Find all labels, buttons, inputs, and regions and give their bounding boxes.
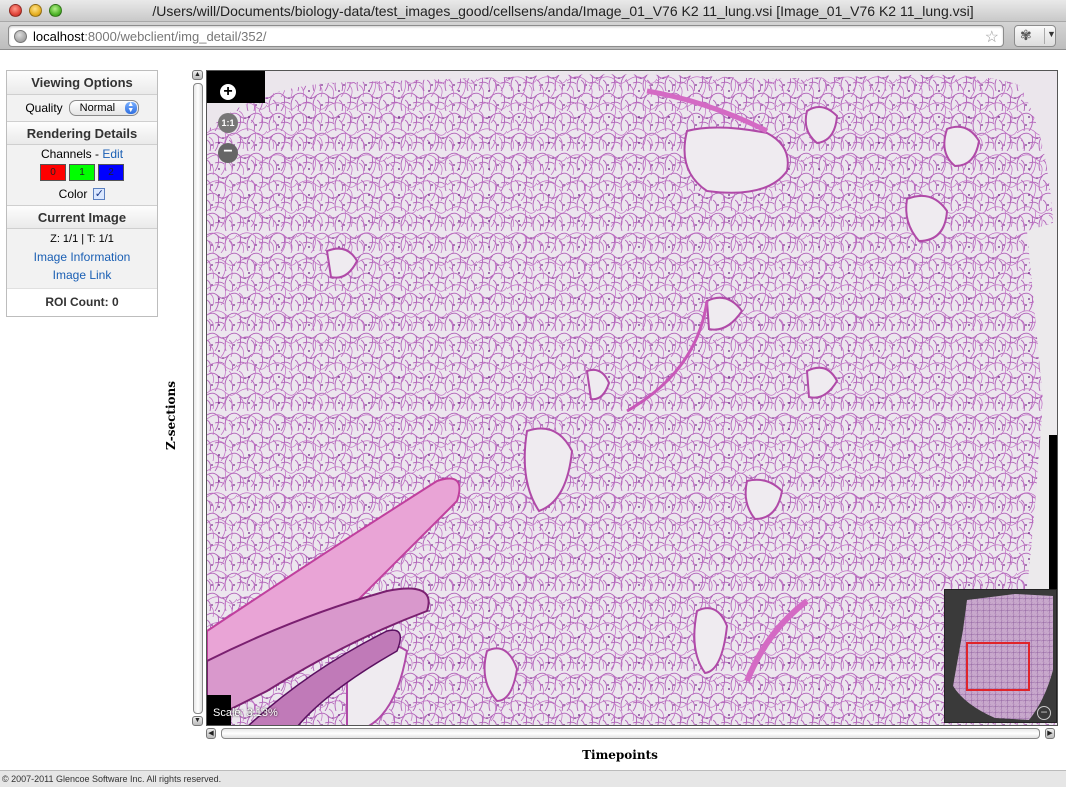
overview-minimize-button[interactable]: −: [1037, 706, 1051, 720]
image-viewer[interactable]: + 1:1 − Scale: 3.13% −: [206, 70, 1058, 726]
z-slider-track[interactable]: [193, 83, 203, 714]
browser-toolbar: localhost:8000/webclient/img_detail/352/…: [0, 22, 1066, 50]
url-path: :8000/webclient/img_detail/352/: [84, 29, 267, 44]
z-down-arrow-icon[interactable]: ▼: [192, 716, 203, 726]
quality-row: Quality Normal ▲ ▼: [7, 95, 157, 121]
star-icon[interactable]: ☆: [985, 27, 999, 47]
footer-copyright: © 2007-2011 Glencoe Software Inc. All ri…: [0, 770, 1066, 787]
zt-status: Z: 1/1 | T: 1/1: [50, 233, 114, 245]
window-titlebar: /Users/will/Documents/biology-data/test_…: [0, 0, 1066, 22]
overview-thumbnail[interactable]: −: [944, 589, 1057, 723]
scale-label: Scale: 3.13%: [213, 707, 278, 719]
channel-2-button[interactable]: 2: [98, 164, 124, 181]
close-window-button[interactable]: [9, 4, 22, 17]
channels-block: Channels - Edit 0 1 2 Color ✓: [7, 145, 157, 205]
current-image-block: Z: 1/1 | T: 1/1 Image Information Image …: [7, 229, 157, 288]
lung-tissue-image[interactable]: [207, 71, 1058, 726]
globe-icon: [14, 30, 27, 43]
quality-value: Normal: [79, 102, 116, 114]
browser-menu-button[interactable]: ✾ ▼: [1014, 25, 1056, 47]
quality-label: Quality: [25, 101, 63, 115]
address-bar[interactable]: localhost:8000/webclient/img_detail/352/…: [8, 25, 1004, 47]
t-slider[interactable]: ◀ ▶: [206, 728, 1055, 740]
url-host: localhost: [33, 29, 85, 44]
window-title: /Users/will/Documents/biology-data/test_…: [152, 3, 974, 19]
image-link[interactable]: Image Link: [7, 268, 157, 286]
overview-viewport-rect[interactable]: [966, 642, 1030, 691]
minimize-window-button[interactable]: [29, 4, 42, 17]
zoom-out-button[interactable]: −: [218, 143, 238, 163]
t-left-arrow-icon[interactable]: ◀: [206, 728, 216, 739]
left-panel: Viewing Options Quality Normal ▲ ▼ Render…: [6, 70, 158, 317]
timepoints-label: Timepoints: [582, 748, 658, 762]
channel-1-button[interactable]: 1: [69, 164, 95, 181]
zoom-window-button[interactable]: [49, 4, 62, 17]
z-slider[interactable]: ▲ ▼: [192, 70, 204, 727]
t-right-arrow-icon[interactable]: ▶: [1045, 728, 1055, 739]
channel-swatches: 0 1 2: [7, 163, 157, 183]
url-text[interactable]: localhost:8000/webclient/img_detail/352/: [33, 29, 266, 44]
rendering-details-heading: Rendering Details: [7, 121, 157, 145]
channel-0-button[interactable]: 0: [40, 164, 66, 181]
t-slider-track[interactable]: [221, 728, 1040, 739]
z-up-arrow-icon[interactable]: ▲: [192, 70, 203, 80]
roi-count: ROI Count: 0: [7, 288, 157, 314]
gear-icon: ✾: [1020, 27, 1032, 43]
z-sections-label: Z-sections: [164, 380, 178, 450]
color-checkbox[interactable]: ✓: [93, 188, 106, 200]
quality-select[interactable]: Normal ▲ ▼: [68, 100, 139, 116]
zoom-actual-size-button[interactable]: 1:1: [218, 113, 238, 133]
color-row: Color ✓: [7, 183, 157, 205]
channels-label: Channels -: [40, 147, 103, 161]
divider: [1044, 28, 1045, 44]
image-information-link[interactable]: Image Information: [7, 250, 157, 268]
select-arrows-icon: ▲ ▼: [124, 101, 137, 114]
zoom-in-button[interactable]: +: [218, 82, 238, 102]
channels-edit-link[interactable]: Edit: [102, 147, 123, 161]
viewing-options-heading: Viewing Options: [7, 71, 157, 95]
current-image-heading: Current Image: [7, 205, 157, 229]
chevron-down-icon: ▼: [1047, 29, 1056, 39]
channels-row: Channels - Edit: [7, 145, 157, 163]
color-label: Color: [58, 187, 88, 201]
